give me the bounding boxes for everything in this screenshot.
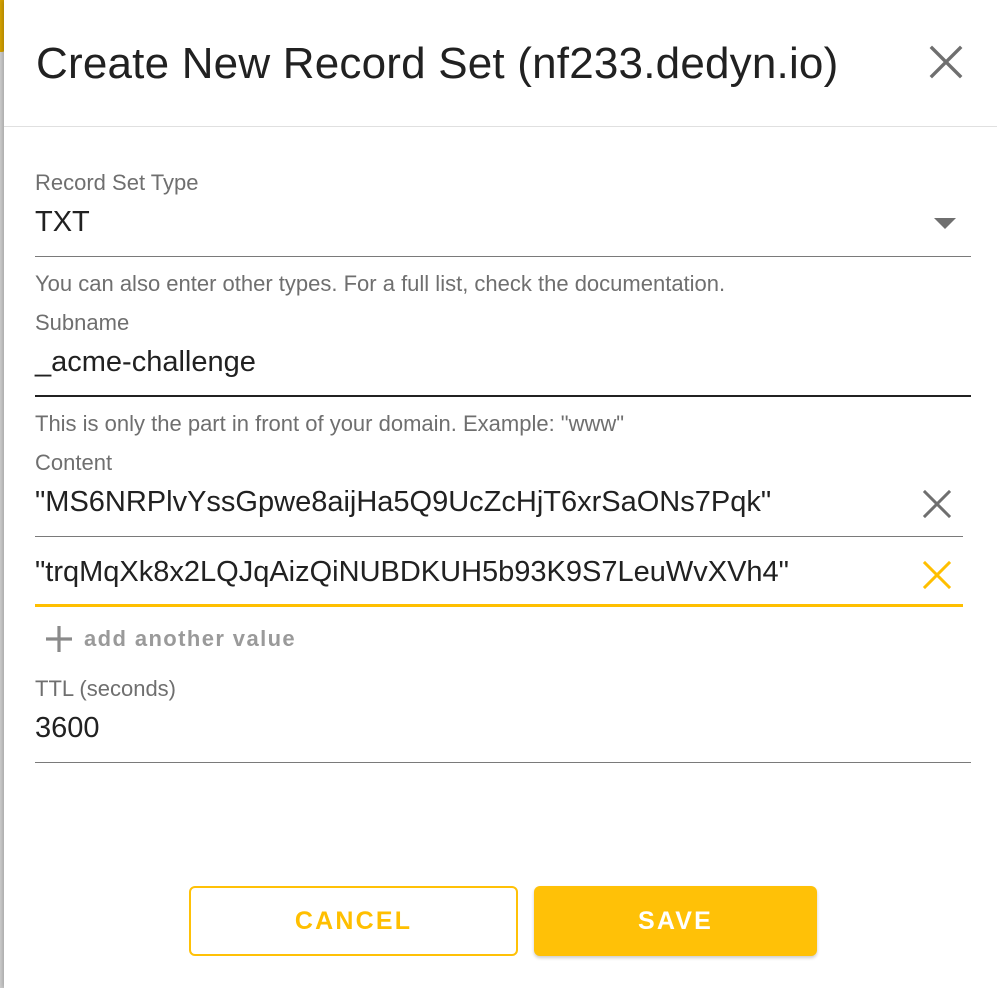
clear-value-button-2[interactable] bbox=[921, 559, 953, 591]
subname-input[interactable]: _acme-challenge bbox=[35, 346, 256, 379]
save-button[interactable]: SAVE bbox=[534, 886, 817, 956]
clear-icon bbox=[921, 488, 953, 520]
chevron-down-icon[interactable] bbox=[934, 218, 956, 229]
dialog-title: Create New Record Set (nf233.dedyn.io) bbox=[36, 39, 839, 88]
record-type-hint: You can also enter other types. For a fu… bbox=[35, 271, 726, 296]
plus-icon bbox=[44, 624, 74, 654]
dialog-header: Create New Record Set (nf233.dedyn.io) bbox=[4, 0, 997, 127]
add-another-value-label: add another value bbox=[84, 626, 297, 651]
subname-hint: This is only the part in front of your d… bbox=[35, 411, 625, 436]
ttl-underline bbox=[35, 762, 971, 763]
ttl-input[interactable]: 3600 bbox=[35, 712, 100, 745]
cancel-button[interactable]: CANCEL bbox=[189, 886, 518, 956]
content-value-input-1[interactable]: "MS6NRPlvYssGpwe8aijHa5Q9UcZcHjT6xrSaONs… bbox=[35, 486, 771, 519]
clear-icon bbox=[921, 559, 953, 591]
record-type-select[interactable]: TXT bbox=[35, 206, 90, 239]
subname-label: Subname bbox=[35, 310, 130, 335]
record-type-label: Record Set Type bbox=[35, 170, 199, 195]
close-icon bbox=[928, 44, 964, 80]
close-button[interactable] bbox=[928, 44, 964, 80]
content-value-input-2[interactable]: "trqMqXk8x2LQJqAizQiNUBDKUH5b93K9S7LeuWv… bbox=[35, 556, 789, 589]
content-value-underline-1 bbox=[35, 536, 963, 537]
record-type-underline bbox=[35, 256, 971, 257]
ttl-label: TTL (seconds) bbox=[35, 676, 177, 701]
content-label: Content bbox=[35, 450, 113, 475]
create-record-set-dialog: Create New Record Set (nf233.dedyn.io) R… bbox=[4, 0, 997, 988]
clear-value-button-1[interactable] bbox=[921, 488, 953, 520]
subname-underline bbox=[35, 395, 971, 397]
add-another-value-button[interactable]: add another value bbox=[44, 622, 296, 656]
content-value-underline-2 bbox=[35, 604, 963, 607]
